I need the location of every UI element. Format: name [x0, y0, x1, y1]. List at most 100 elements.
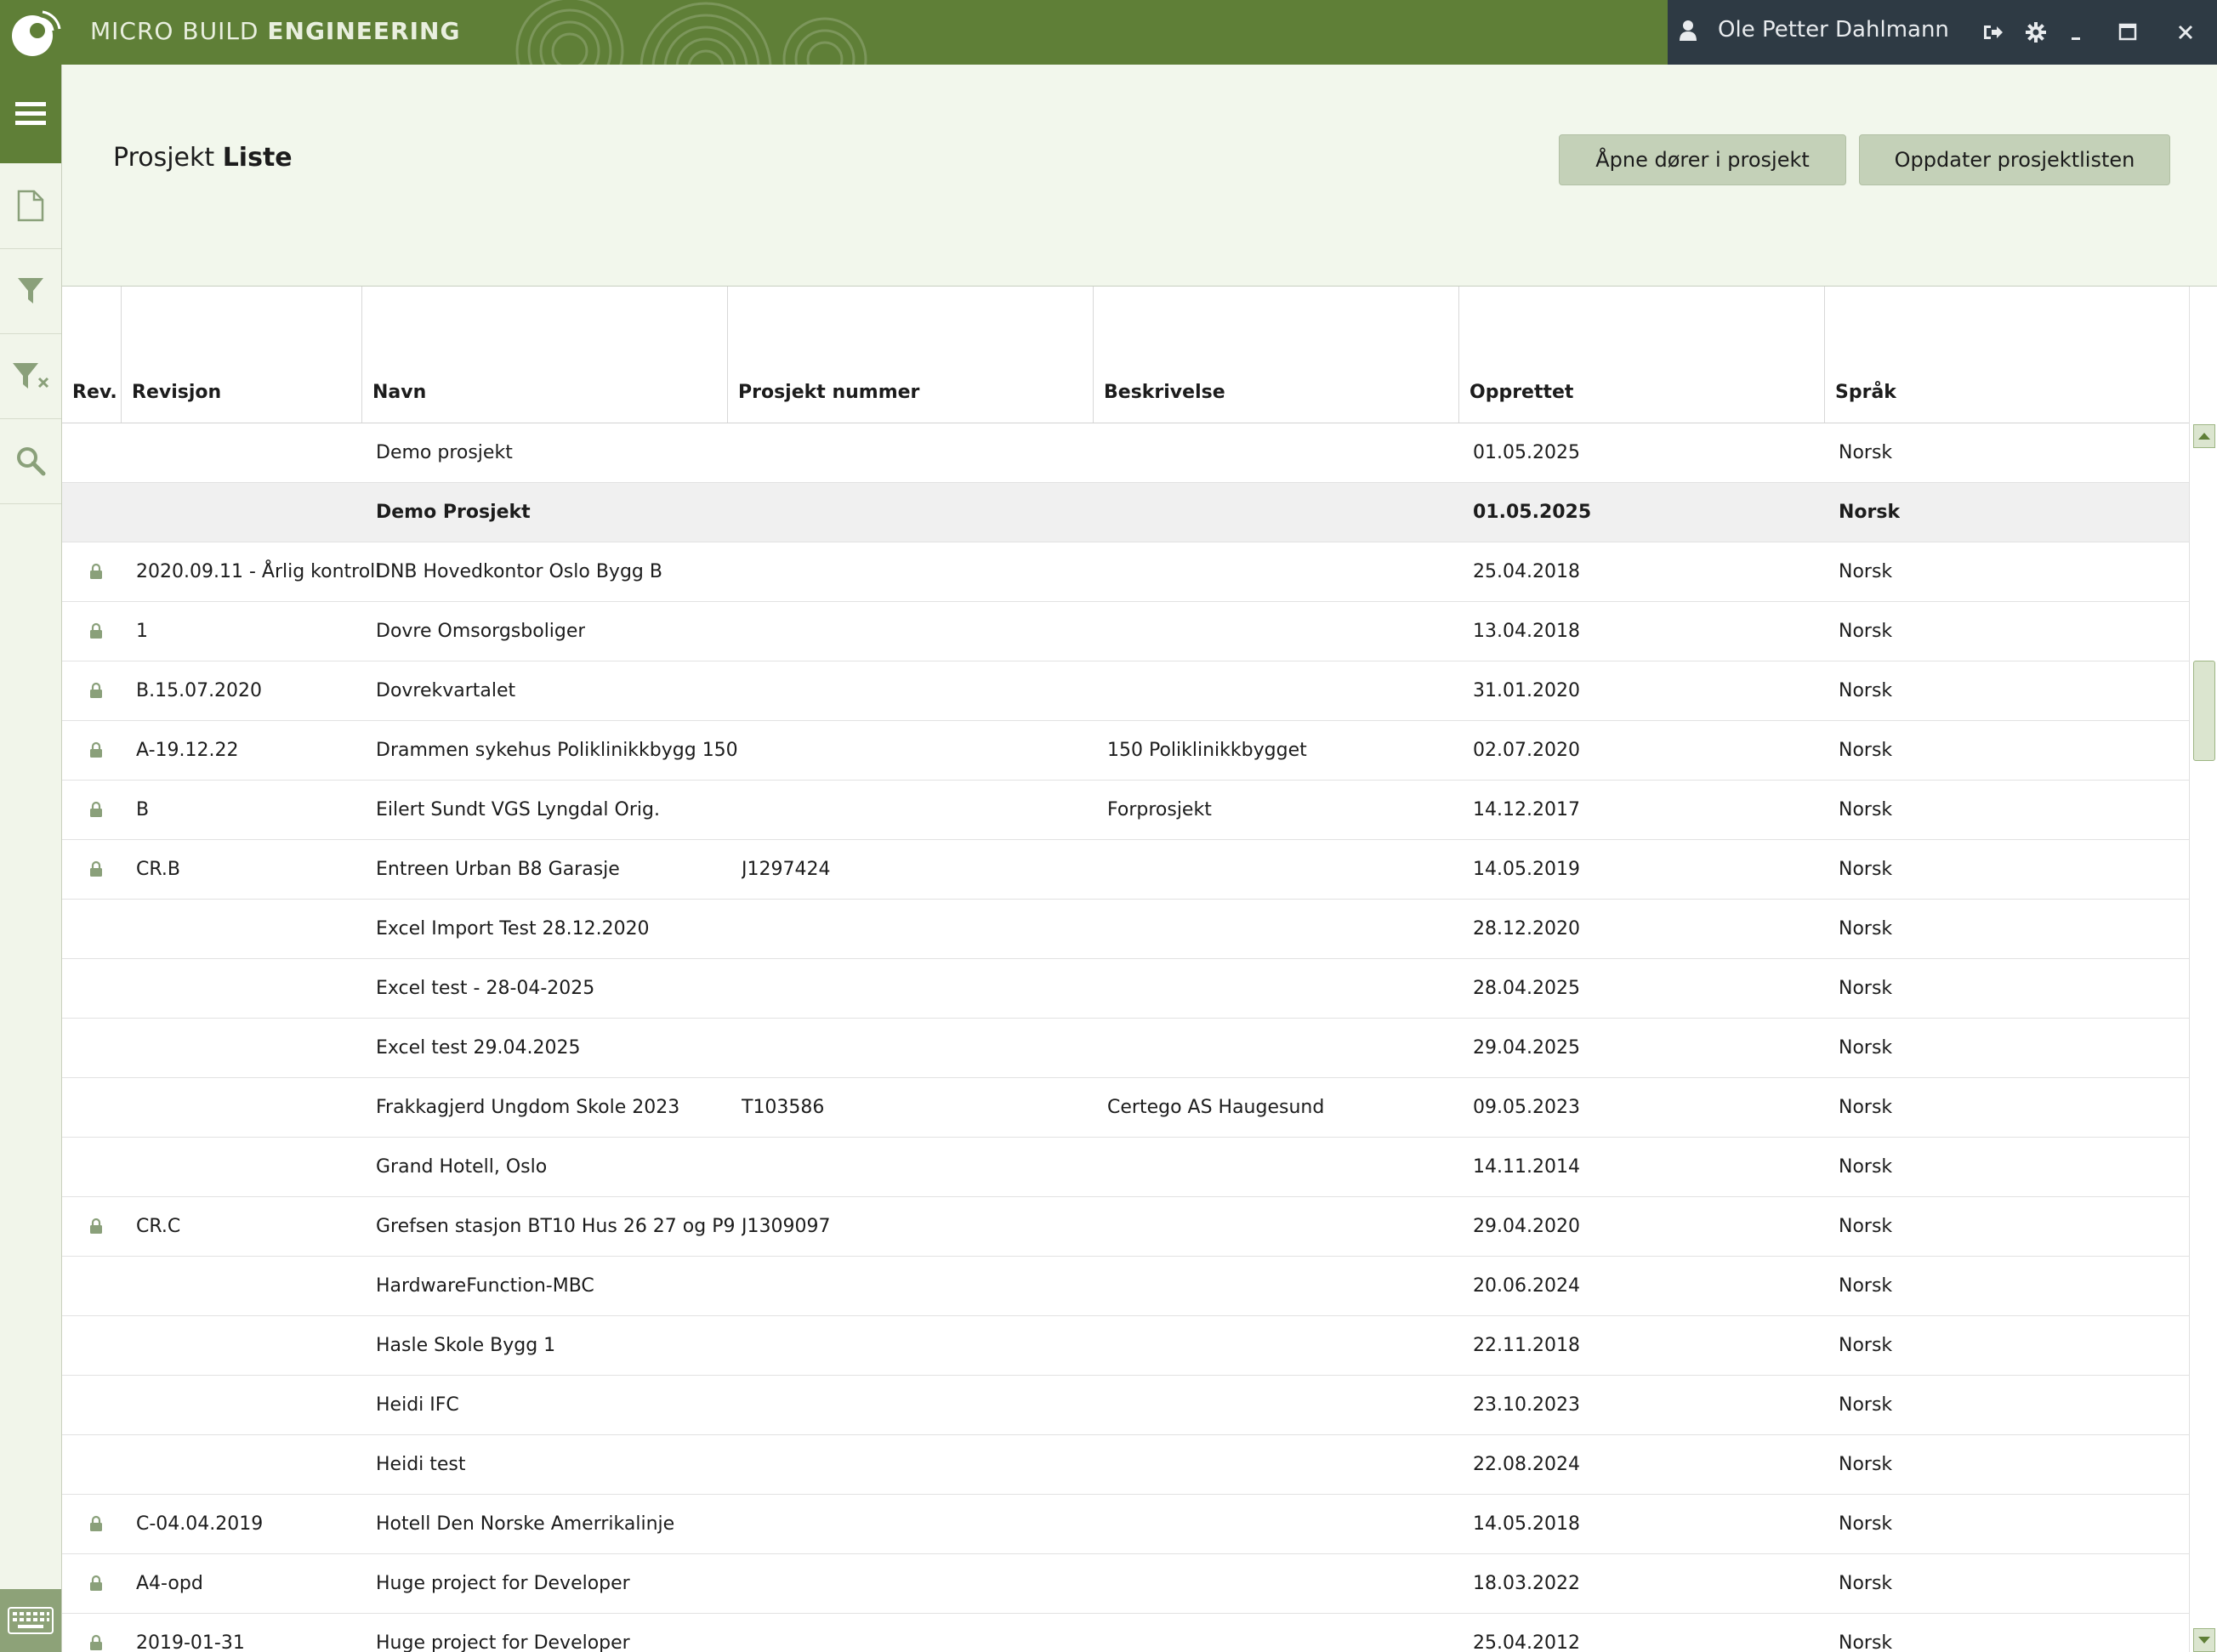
close-icon[interactable] [2169, 15, 2203, 49]
cell-navn: Excel test 29.04.2025 [376, 1037, 581, 1059]
cell-opprettet: 20.06.2024 [1473, 1275, 1580, 1297]
table-row[interactable]: CR.C Grefsen stasjon BT10 Hus 26 27 og P9… [62, 1197, 2189, 1257]
table-row[interactable]: Demo prosjekt 01.05.2025 Norsk [62, 423, 2189, 483]
table-row[interactable]: Demo Prosjekt 01.05.2025 Norsk [62, 483, 2189, 542]
sidebar-filter[interactable] [0, 248, 61, 334]
cell-sprak: Norsk [1839, 1275, 1893, 1297]
minimize-icon[interactable] [2060, 15, 2094, 49]
cell-navn: Frakkagjerd Ungdom Skole 2023 [376, 1097, 680, 1118]
column-header-rev[interactable]: Rev. [62, 287, 122, 423]
cell-navn: Huge project for Developer [376, 1573, 630, 1594]
lock-icon [90, 1515, 102, 1531]
lock-icon [90, 741, 102, 758]
sidebar-search[interactable] [0, 418, 61, 504]
scroll-thumb[interactable] [2193, 661, 2215, 761]
cell-navn: Heidi test [376, 1454, 466, 1475]
cell-sprak: Norsk [1839, 621, 1893, 642]
table-row[interactable]: Frakkagjerd Ungdom Skole 2023 T103586 Cert… [62, 1078, 2189, 1138]
cell-sprak: Norsk [1839, 1216, 1893, 1237]
table-row[interactable]: Hasle Skole Bygg 1 22.11.2018 Norsk [62, 1316, 2189, 1376]
table-body: Demo prosjekt 01.05.2025 Norsk Demo Prosjek… [62, 423, 2189, 1652]
cell-beskrivelse: Forprosjekt [1107, 799, 1212, 820]
keyboard-button[interactable] [0, 1589, 61, 1652]
lock-icon [90, 801, 102, 817]
cell-beskrivelse: 150 Poliklinikkbygget [1107, 740, 1307, 761]
cell-navn: DNB Hovedkontor Oslo Bygg B [376, 561, 662, 582]
maximize-icon[interactable] [2111, 15, 2145, 49]
table-row[interactable]: Excel test - 28-04-2025 28.04.2025 Norsk [62, 959, 2189, 1019]
column-header-opprettet[interactable]: Opprettet [1459, 287, 1825, 423]
cell-revisjon: C-04.04.2019 [136, 1513, 264, 1535]
cell-opprettet: 02.07.2020 [1473, 740, 1580, 761]
cell-revisjon: 1 [136, 621, 148, 642]
column-header-beskrivelse[interactable]: Beskrivelse [1094, 287, 1459, 423]
table-row[interactable]: B Eilert Sundt VGS Lyngdal Orig. Forprosje… [62, 781, 2189, 840]
cell-revisjon: B.15.07.2020 [136, 680, 263, 701]
table-row[interactable]: 2019-01-31 Huge project for Developer 25.0… [62, 1614, 2189, 1652]
table-row[interactable]: Heidi test 22.08.2024 Norsk [62, 1435, 2189, 1495]
scroll-up-button[interactable] [2193, 424, 2215, 448]
cell-prosjekt-nummer: J1309097 [742, 1216, 831, 1237]
scroll-down-button[interactable] [2193, 1628, 2215, 1652]
cell-navn: Dovre Omsorgsboliger [376, 621, 586, 642]
gear-icon[interactable] [2019, 15, 2053, 49]
cell-opprettet: 14.11.2014 [1473, 1156, 1580, 1178]
lock-icon [90, 563, 102, 579]
sidebar-new-document[interactable] [0, 163, 61, 249]
cell-revisjon: B [136, 799, 150, 820]
cell-revisjon: 2019-01-31 [136, 1632, 245, 1652]
search-icon [17, 447, 46, 476]
table-row[interactable]: Excel Import Test 28.12.2020 28.12.2020 No… [62, 900, 2189, 959]
cell-navn: Grand Hotell, Oslo [376, 1156, 548, 1178]
column-header-navn[interactable]: Navn [362, 287, 728, 423]
chevron-down-icon [2198, 1637, 2210, 1643]
table-row[interactable]: HardwareFunction-MBC 20.06.2024 Norsk [62, 1257, 2189, 1316]
table-header: Rev. Revisjon Navn Prosjekt nummer Beskr… [62, 287, 2189, 423]
cell-sprak: Norsk [1839, 978, 1893, 999]
sidebar-menu-button[interactable] [0, 65, 61, 163]
table-row[interactable]: CR.B Entreen Urban B8 Garasje J1297424 14.0… [62, 840, 2189, 900]
cell-opprettet: 23.10.2023 [1473, 1394, 1580, 1416]
cell-opprettet: 22.11.2018 [1473, 1335, 1580, 1356]
cell-sprak: Norsk [1839, 442, 1893, 463]
cell-sprak: Norsk [1839, 859, 1893, 880]
table-row[interactable]: C-04.04.2019 Hotell Den Norske Amerrikali… [62, 1495, 2189, 1554]
cell-navn: Heidi IFC [376, 1394, 459, 1416]
cell-prosjekt-nummer: T103586 [742, 1097, 825, 1118]
cell-sprak: Norsk [1839, 1632, 1893, 1652]
sidebar [0, 65, 62, 1652]
column-header-revisjon[interactable]: Revisjon [122, 287, 362, 423]
hamburger-icon [15, 102, 46, 125]
table-row[interactable]: A4-opd Huge project for Developer 18.03.20… [62, 1554, 2189, 1614]
cell-navn: Hotell Den Norske Amerrikalinje [376, 1513, 675, 1535]
vertical-scrollbar[interactable] [2189, 287, 2217, 1652]
brand-name: MICRO BUILD ENGINEERING [90, 17, 461, 45]
refresh-project-list-button[interactable]: Oppdater prosjektlisten [1859, 134, 2170, 185]
table-row[interactable]: Grand Hotell, Oslo 14.11.2014 Norsk [62, 1138, 2189, 1197]
table-row[interactable]: B.15.07.2020 Dovrekvartalet 31.01.2020 Nors… [62, 661, 2189, 721]
lock-icon [90, 622, 102, 639]
cell-navn: Huge project for Developer [376, 1632, 630, 1652]
sidebar-clear-filter[interactable] [0, 333, 61, 419]
open-doors-button[interactable]: Åpne dører i prosjekt [1559, 134, 1846, 185]
page-title: Prosjekt Liste [113, 143, 293, 173]
user-name[interactable]: Ole Petter Dahlmann [1718, 17, 1949, 43]
cell-sprak: Norsk [1839, 918, 1893, 940]
logout-icon[interactable] [1976, 15, 2010, 49]
table-row[interactable]: 2020.09.11 - Årlig kontroll DNB Hovedkont… [62, 542, 2189, 602]
column-header-prosjekt-nummer[interactable]: Prosjekt nummer [728, 287, 1094, 423]
lock-icon [90, 682, 102, 698]
cell-sprak: Norsk [1839, 1454, 1893, 1475]
cell-navn: Excel Import Test 28.12.2020 [376, 918, 650, 940]
cell-sprak: Norsk [1839, 1037, 1893, 1059]
table-row[interactable]: 1 Dovre Omsorgsboliger 13.04.2018 Norsk [62, 602, 2189, 661]
table-row[interactable]: A-19.12.22 Drammen sykehus Poliklinikkbyg… [62, 721, 2189, 781]
cell-navn: Eilert Sundt VGS Lyngdal Orig. [376, 799, 660, 820]
table-row[interactable]: Heidi IFC 23.10.2023 Norsk [62, 1376, 2189, 1435]
column-header-sprak[interactable]: Språk [1825, 287, 2189, 423]
table-row[interactable]: Excel test 29.04.2025 29.04.2025 Norsk [62, 1019, 2189, 1078]
cell-sprak: Norsk [1839, 1513, 1893, 1535]
lock-icon [90, 860, 102, 877]
cell-opprettet: 01.05.2025 [1473, 442, 1580, 463]
cell-sprak: Norsk [1839, 1335, 1893, 1356]
